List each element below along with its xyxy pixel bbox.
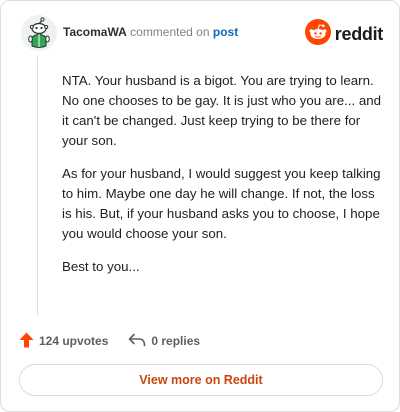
reply-arrow-icon <box>128 333 151 350</box>
post-link[interactable]: post <box>213 25 238 39</box>
snoo-avatar-icon[interactable] <box>21 15 57 51</box>
reply-button[interactable]: 0 replies <box>128 333 200 350</box>
commented-on-label: commented on <box>130 25 210 39</box>
comment-paragraph: NTA. Your husband is a bigot. You are tr… <box>62 73 382 148</box>
comment-header: TacomaWA commented on post reddit <box>21 15 383 51</box>
username-link[interactable]: TacomaWA <box>63 25 127 39</box>
comment-actions: 124 upvotes 0 replies <box>19 331 220 351</box>
comment-paragraph: As for your husband, I would suggest you… <box>62 166 381 241</box>
reddit-logo[interactable]: reddit <box>304 18 384 50</box>
reply-count: 0 replies <box>151 334 201 348</box>
upvote-arrow-icon <box>19 332 39 351</box>
upvote-count: 124 upvotes <box>39 334 109 348</box>
reddit-wordmark: reddit <box>334 23 384 44</box>
reddit-snoo-icon <box>304 18 331 50</box>
upvote-button[interactable]: 124 upvotes <box>19 332 108 351</box>
comment-paragraph: Best to you... <box>62 259 140 274</box>
thread-line[interactable] <box>37 57 38 315</box>
view-more-on-reddit-button[interactable]: View more on Reddit <box>19 364 383 396</box>
embedded-comment-card: TacomaWA commented on post reddit NTA. Y… <box>0 0 400 412</box>
comment-byline: TacomaWA commented on post <box>63 25 238 39</box>
comment-body: NTA. Your husband is a bigot. You are tr… <box>62 71 384 290</box>
